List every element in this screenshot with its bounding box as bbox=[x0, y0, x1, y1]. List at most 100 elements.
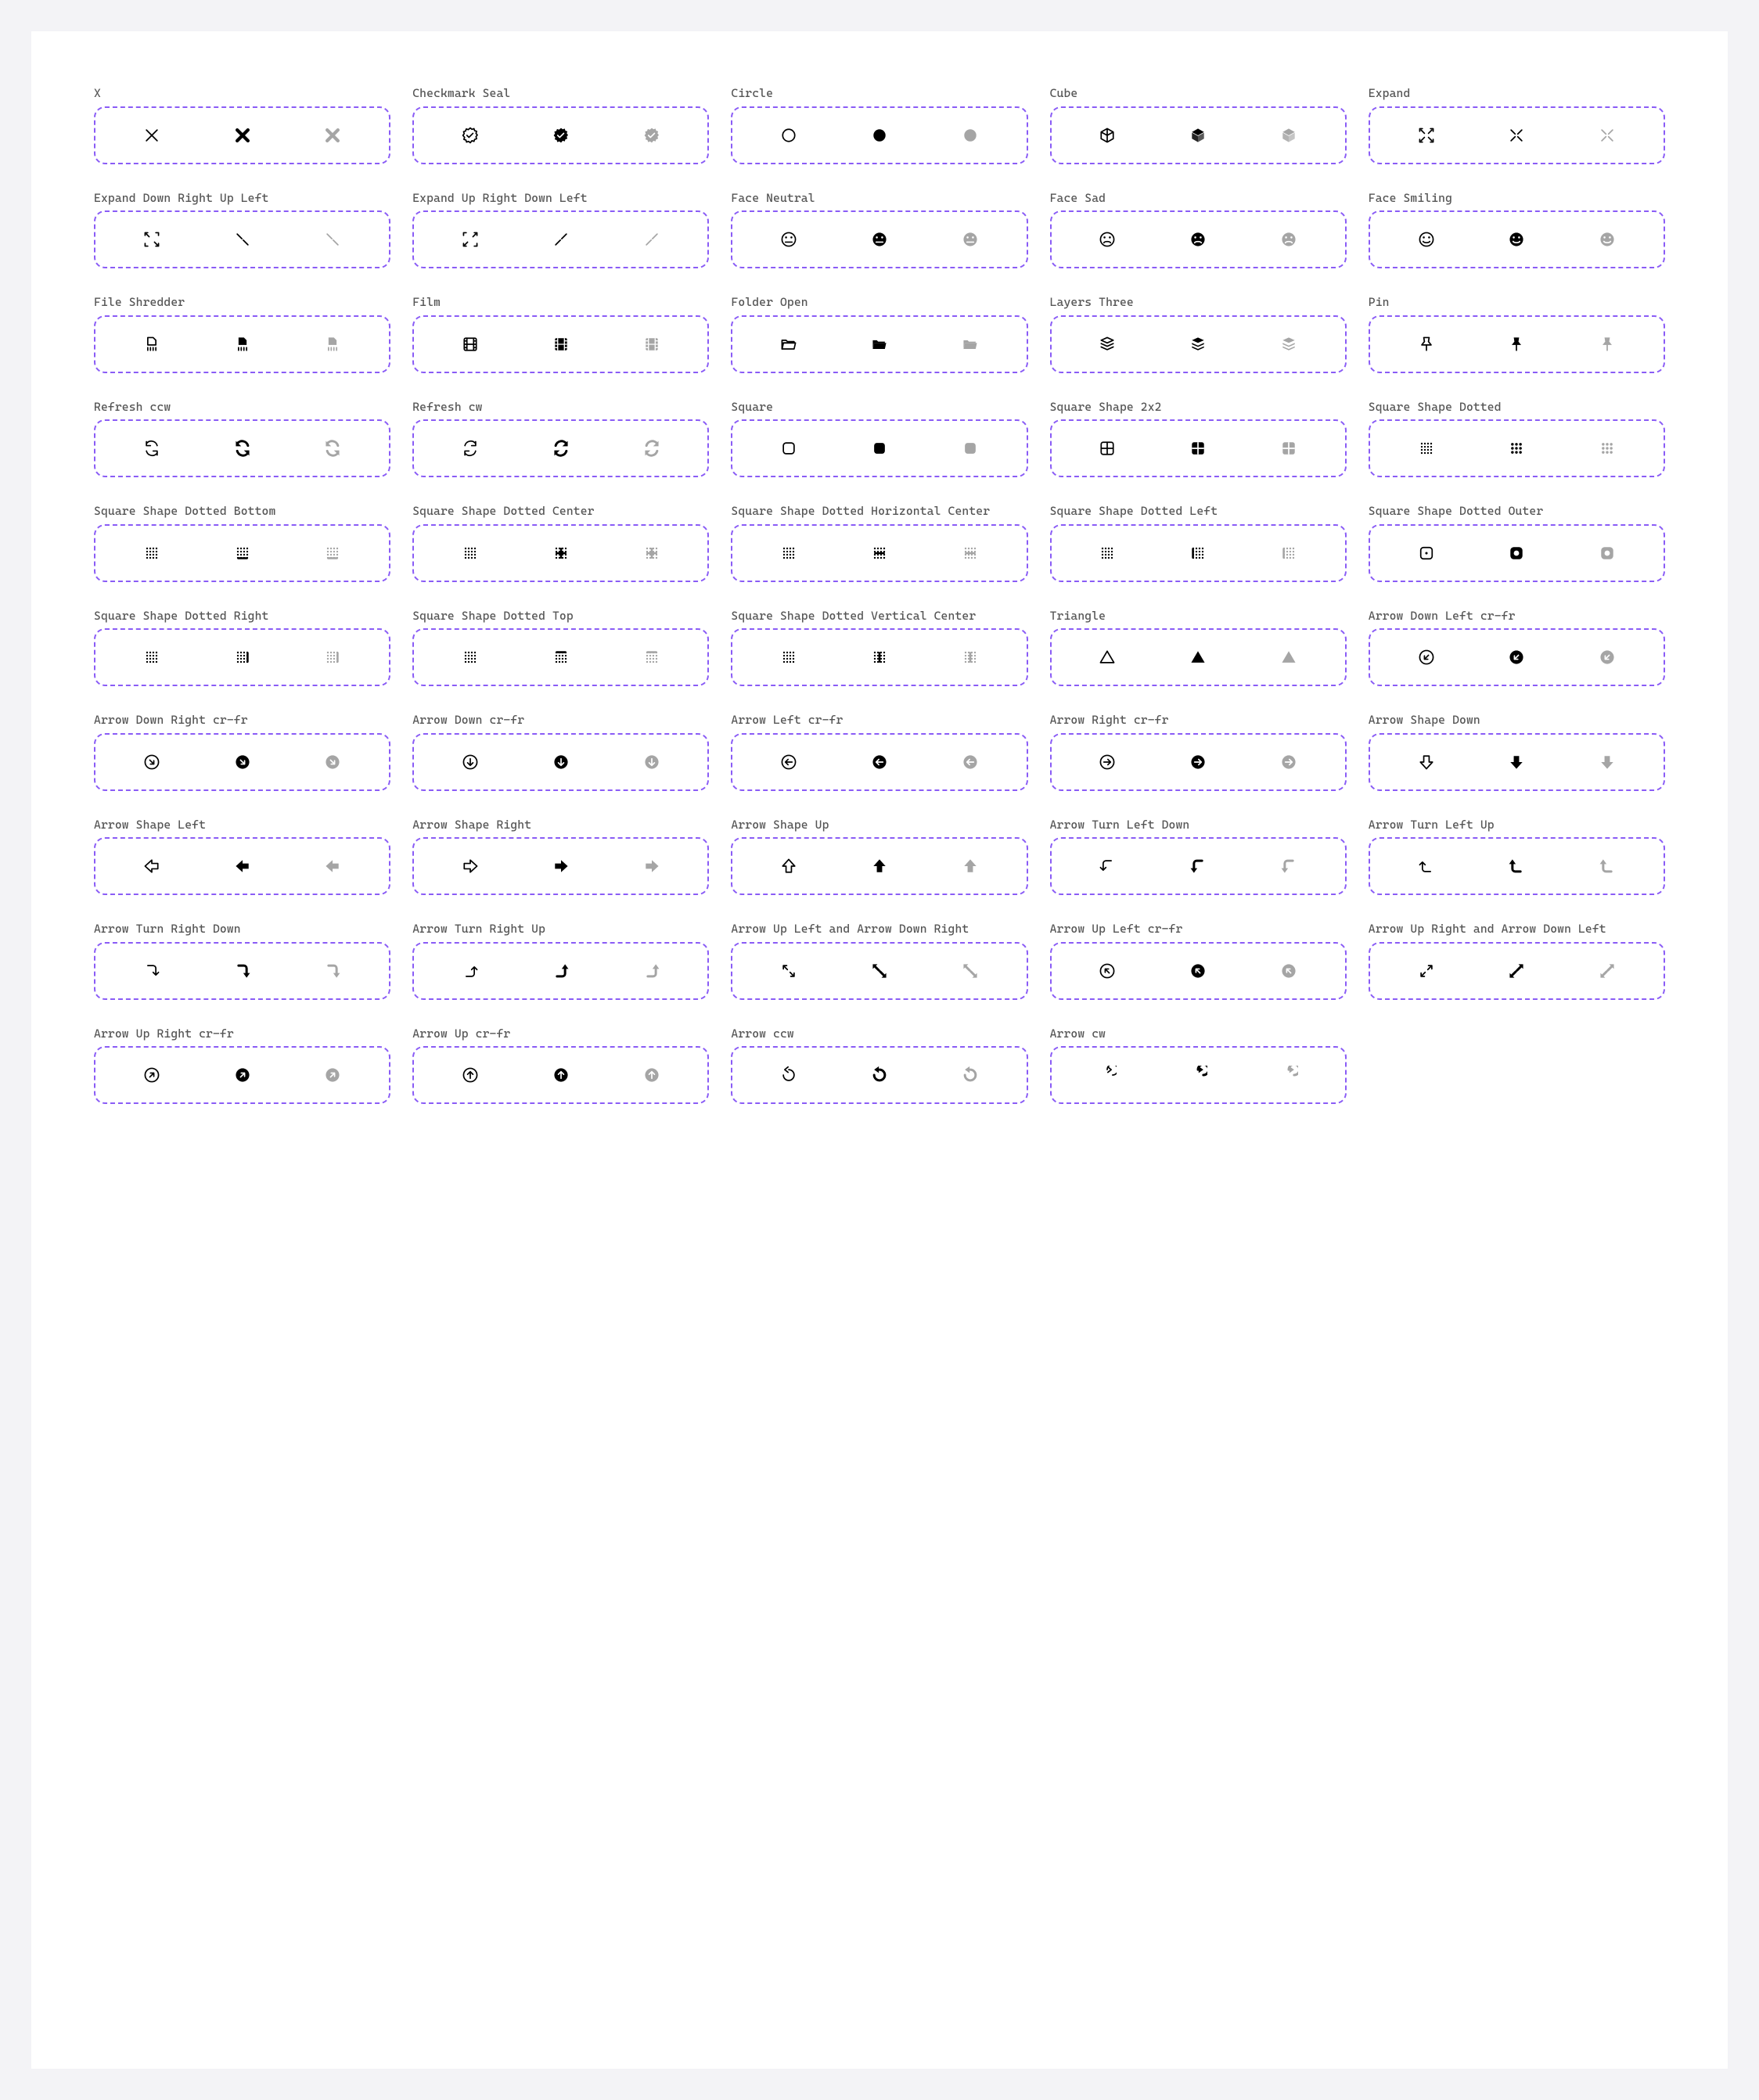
arrow-shape-u-icon[interactable] bbox=[869, 855, 890, 877]
face-sad-icon[interactable] bbox=[1187, 228, 1209, 250]
arrow-ur-circ-icon[interactable] bbox=[141, 1064, 163, 1086]
arrow-ur-circ-icon[interactable] bbox=[322, 1064, 344, 1086]
sqd-bottom-icon[interactable] bbox=[141, 542, 163, 564]
arrow-turn-ld-icon[interactable] bbox=[1187, 855, 1209, 877]
x-icon[interactable] bbox=[141, 124, 163, 146]
x-icon[interactable] bbox=[322, 124, 344, 146]
square-2x2-icon[interactable] bbox=[1278, 437, 1300, 459]
arrow-turn-lu-icon[interactable] bbox=[1596, 855, 1618, 877]
sqd-outer-icon[interactable] bbox=[1415, 542, 1437, 564]
arrow-ul-dr-icon[interactable] bbox=[959, 960, 981, 982]
arrow-shape-u-icon[interactable] bbox=[778, 855, 800, 877]
pin-icon[interactable] bbox=[1415, 333, 1437, 355]
arrow-ur-circ-icon[interactable] bbox=[232, 1064, 254, 1086]
arrow-r-circ-icon[interactable] bbox=[1096, 751, 1118, 773]
sqd-left-icon[interactable] bbox=[1278, 542, 1300, 564]
arrow-ccw-icon[interactable] bbox=[778, 1064, 800, 1086]
arrow-dr-circ-icon[interactable] bbox=[141, 751, 163, 773]
folder-open-icon[interactable] bbox=[959, 333, 981, 355]
square-dotted-icon[interactable] bbox=[1596, 437, 1618, 459]
refresh-ccw-icon[interactable] bbox=[322, 437, 344, 459]
face-smiling-icon[interactable] bbox=[1505, 228, 1527, 250]
arrow-dl-circ-icon[interactable] bbox=[1415, 646, 1437, 668]
sqd-left-icon[interactable] bbox=[1187, 542, 1209, 564]
arrow-turn-lu-icon[interactable] bbox=[1415, 855, 1437, 877]
refresh-ccw-icon[interactable] bbox=[141, 437, 163, 459]
expand-dr-ul-icon[interactable] bbox=[141, 228, 163, 250]
face-sad-icon[interactable] bbox=[1278, 228, 1300, 250]
arrow-turn-rd-icon[interactable] bbox=[322, 960, 344, 982]
face-neutral-icon[interactable] bbox=[778, 228, 800, 250]
triangle-icon[interactable] bbox=[1187, 646, 1209, 668]
face-sad-icon[interactable] bbox=[1096, 228, 1118, 250]
sqd-vcenter-icon[interactable] bbox=[869, 646, 890, 668]
arrow-shape-r-icon[interactable] bbox=[459, 855, 481, 877]
film-icon[interactable] bbox=[641, 333, 663, 355]
arrow-dl-circ-icon[interactable] bbox=[1596, 646, 1618, 668]
arrow-d-circ-icon[interactable] bbox=[459, 751, 481, 773]
sqd-right-icon[interactable] bbox=[141, 646, 163, 668]
sqd-bottom-icon[interactable] bbox=[322, 542, 344, 564]
expand-ur-dl-icon[interactable] bbox=[550, 228, 572, 250]
arrow-cw-icon[interactable] bbox=[1187, 1064, 1209, 1086]
circle-icon[interactable] bbox=[959, 124, 981, 146]
file-shredder-icon[interactable] bbox=[322, 333, 344, 355]
arrow-dr-circ-icon[interactable] bbox=[322, 751, 344, 773]
checkmark-seal-icon[interactable] bbox=[459, 124, 481, 146]
refresh-ccw-icon[interactable] bbox=[232, 437, 254, 459]
arrow-shape-l-icon[interactable] bbox=[232, 855, 254, 877]
sqd-hcenter-icon[interactable] bbox=[869, 542, 890, 564]
arrow-turn-ru-icon[interactable] bbox=[641, 960, 663, 982]
file-shredder-icon[interactable] bbox=[141, 333, 163, 355]
arrow-shape-u-icon[interactable] bbox=[959, 855, 981, 877]
sqd-top-icon[interactable] bbox=[641, 646, 663, 668]
arrow-ccw-icon[interactable] bbox=[869, 1064, 890, 1086]
arrow-ur-dl-icon[interactable] bbox=[1415, 960, 1437, 982]
face-smiling-icon[interactable] bbox=[1415, 228, 1437, 250]
square-icon[interactable] bbox=[959, 437, 981, 459]
arrow-turn-ld-icon[interactable] bbox=[1096, 855, 1118, 877]
arrow-l-circ-icon[interactable] bbox=[869, 751, 890, 773]
square-dotted-icon[interactable] bbox=[1505, 437, 1527, 459]
arrow-ccw-icon[interactable] bbox=[959, 1064, 981, 1086]
sqd-outer-icon[interactable] bbox=[1596, 542, 1618, 564]
refresh-cw-icon[interactable] bbox=[641, 437, 663, 459]
arrow-turn-ru-icon[interactable] bbox=[459, 960, 481, 982]
arrow-u-circ-icon[interactable] bbox=[550, 1064, 572, 1086]
arrow-u-circ-icon[interactable] bbox=[459, 1064, 481, 1086]
arrow-ul-circ-icon[interactable] bbox=[1096, 960, 1118, 982]
arrow-ul-circ-icon[interactable] bbox=[1278, 960, 1300, 982]
refresh-cw-icon[interactable] bbox=[459, 437, 481, 459]
pin-icon[interactable] bbox=[1505, 333, 1527, 355]
arrow-shape-r-icon[interactable] bbox=[641, 855, 663, 877]
square-2x2-icon[interactable] bbox=[1096, 437, 1118, 459]
arrow-dr-circ-icon[interactable] bbox=[232, 751, 254, 773]
arrow-turn-lu-icon[interactable] bbox=[1505, 855, 1527, 877]
arrow-d-circ-icon[interactable] bbox=[550, 751, 572, 773]
checkmark-seal-icon[interactable] bbox=[641, 124, 663, 146]
arrow-turn-rd-icon[interactable] bbox=[232, 960, 254, 982]
triangle-icon[interactable] bbox=[1096, 646, 1118, 668]
layers-three-icon[interactable] bbox=[1278, 333, 1300, 355]
sqd-bottom-icon[interactable] bbox=[232, 542, 254, 564]
sqd-left-icon[interactable] bbox=[1096, 542, 1118, 564]
arrow-l-circ-icon[interactable] bbox=[959, 751, 981, 773]
arrow-ur-dl-icon[interactable] bbox=[1505, 960, 1527, 982]
arrow-dl-circ-icon[interactable] bbox=[1505, 646, 1527, 668]
sqd-outer-icon[interactable] bbox=[1505, 542, 1527, 564]
refresh-cw-icon[interactable] bbox=[550, 437, 572, 459]
arrow-shape-r-icon[interactable] bbox=[550, 855, 572, 877]
arrow-ur-dl-icon[interactable] bbox=[1596, 960, 1618, 982]
sqd-right-icon[interactable] bbox=[232, 646, 254, 668]
sqd-vcenter-icon[interactable] bbox=[959, 646, 981, 668]
checkmark-seal-icon[interactable] bbox=[550, 124, 572, 146]
arrow-shape-d-icon[interactable] bbox=[1505, 751, 1527, 773]
cube-icon[interactable] bbox=[1096, 124, 1118, 146]
square-icon[interactable] bbox=[869, 437, 890, 459]
arrow-l-circ-icon[interactable] bbox=[778, 751, 800, 773]
expand-dr-ul-icon[interactable] bbox=[232, 228, 254, 250]
arrow-u-circ-icon[interactable] bbox=[641, 1064, 663, 1086]
arrow-ul-circ-icon[interactable] bbox=[1187, 960, 1209, 982]
sqd-center-icon[interactable] bbox=[550, 542, 572, 564]
expand-ur-dl-icon[interactable] bbox=[459, 228, 481, 250]
